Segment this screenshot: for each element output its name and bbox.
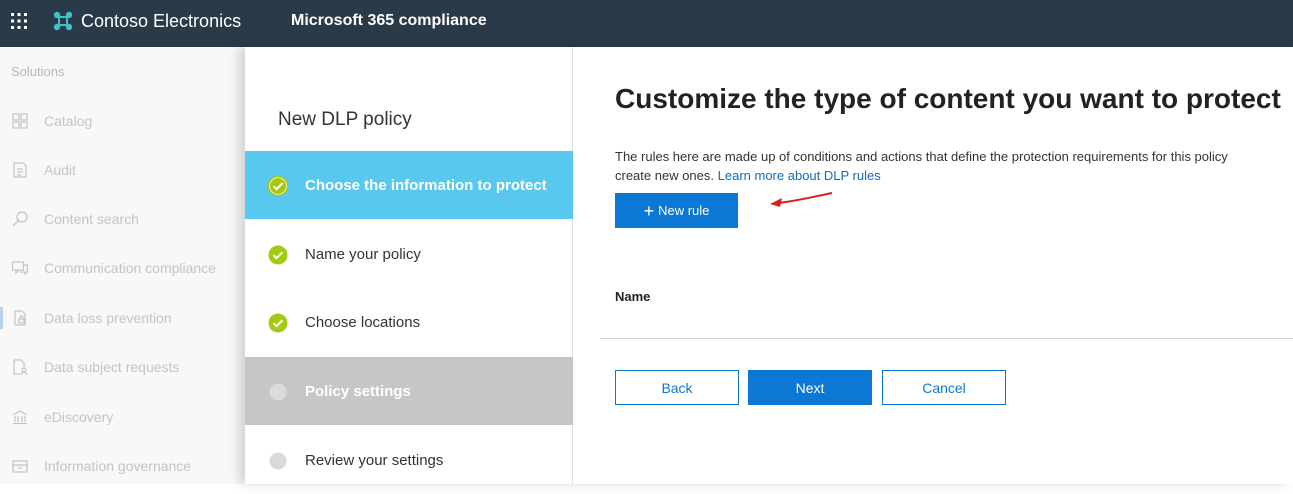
page-description: The rules here are made up of conditions… bbox=[615, 147, 1293, 185]
step-label: Choose locations bbox=[305, 314, 421, 331]
wizard-content: Customize the type of content you want t… bbox=[573, 47, 1293, 484]
learn-more-link[interactable]: Learn more about DLP rules bbox=[718, 168, 881, 183]
divider bbox=[600, 338, 1293, 339]
checkmark-circle-icon bbox=[267, 175, 289, 197]
step-choose-locations[interactable]: Choose locations bbox=[245, 288, 573, 356]
step-label: Review your settings bbox=[305, 452, 444, 469]
nav-item-data-loss-prevention[interactable]: Data loss prevention bbox=[0, 303, 245, 333]
nav-item-label: Data loss prevention bbox=[44, 310, 172, 326]
active-indicator bbox=[0, 307, 3, 329]
checkmark-circle-icon bbox=[268, 313, 288, 333]
page-title: Customize the type of content you want t… bbox=[615, 83, 1281, 114]
step-label: Choose the information to protect bbox=[305, 177, 547, 194]
wizard-steps: New DLP policy Choose the information to… bbox=[245, 47, 573, 484]
document-lock-icon bbox=[14, 310, 26, 326]
nav-item-label: Data subject requests bbox=[44, 359, 180, 375]
nav-item-ediscovery[interactable]: eDiscovery bbox=[0, 402, 245, 432]
nav-item-label: Content search bbox=[44, 211, 139, 227]
org-name: Contoso Electronics bbox=[81, 10, 242, 31]
new-dlp-policy-wizard: New DLP policy Choose the information to… bbox=[245, 47, 1293, 484]
new-rule-button[interactable]: + New rule bbox=[615, 193, 738, 228]
empty-circle-icon bbox=[269, 383, 287, 401]
chat-icon bbox=[11, 261, 29, 276]
annotation-arrow-icon bbox=[770, 192, 833, 207]
step-label: Policy settings bbox=[305, 383, 411, 400]
back-button[interactable]: Back bbox=[615, 370, 739, 405]
new-rule-label: New rule bbox=[658, 203, 710, 218]
top-bar: Contoso Electronics Microsoft 365 compli… bbox=[0, 0, 1293, 47]
table-column-name[interactable]: Name bbox=[615, 289, 650, 304]
nav-item-label: Catalog bbox=[44, 113, 93, 129]
nav-item-label: Communication compliance bbox=[44, 260, 216, 276]
checkmark-circle-icon bbox=[268, 245, 288, 265]
contoso-logo-icon bbox=[53, 11, 73, 31]
nav-item-content-search[interactable]: Content search bbox=[0, 204, 245, 234]
wizard-title: New DLP policy bbox=[278, 109, 412, 130]
next-button[interactable]: Next bbox=[748, 370, 872, 405]
nav-item-label: eDiscovery bbox=[44, 409, 114, 425]
app-launcher-icon[interactable] bbox=[10, 12, 28, 30]
audit-icon bbox=[13, 162, 27, 178]
building-icon bbox=[12, 410, 28, 425]
nav-item-catalog[interactable]: Catalog bbox=[0, 106, 245, 136]
description-line: create new ones. bbox=[615, 168, 715, 183]
search-icon bbox=[12, 211, 28, 227]
step-label: Name your policy bbox=[305, 246, 421, 263]
step-policy-settings[interactable]: Policy settings bbox=[245, 357, 573, 425]
nav-item-label: Audit bbox=[44, 162, 76, 178]
empty-circle-icon bbox=[269, 452, 287, 470]
step-choose-information[interactable]: Choose the information to protect bbox=[245, 151, 573, 219]
nav-item-label: Information governance bbox=[44, 458, 192, 474]
governance-icon bbox=[12, 460, 28, 473]
plus-icon: + bbox=[643, 200, 655, 221]
nav-item-data-subject-requests[interactable]: Data subject requests bbox=[0, 352, 245, 382]
nav-section-header: Solutions bbox=[11, 64, 65, 79]
nav-item-communication-compliance[interactable]: Communication compliance bbox=[0, 253, 245, 283]
left-navigation: Solutions Catalog Audit Content search C… bbox=[0, 47, 245, 484]
cancel-button[interactable]: Cancel bbox=[882, 370, 1006, 405]
org-brand[interactable]: Contoso Electronics bbox=[52, 9, 241, 33]
nav-item-audit[interactable]: Audit bbox=[0, 155, 245, 185]
app-title[interactable]: Microsoft 365 compliance bbox=[291, 12, 487, 30]
description-line: The rules here are made up of conditions… bbox=[615, 149, 1228, 164]
step-name-policy[interactable]: Name your policy bbox=[245, 220, 573, 288]
document-person-icon bbox=[13, 359, 28, 376]
nav-item-information-governance[interactable]: Information governance bbox=[0, 451, 245, 481]
catalog-icon bbox=[12, 113, 28, 129]
